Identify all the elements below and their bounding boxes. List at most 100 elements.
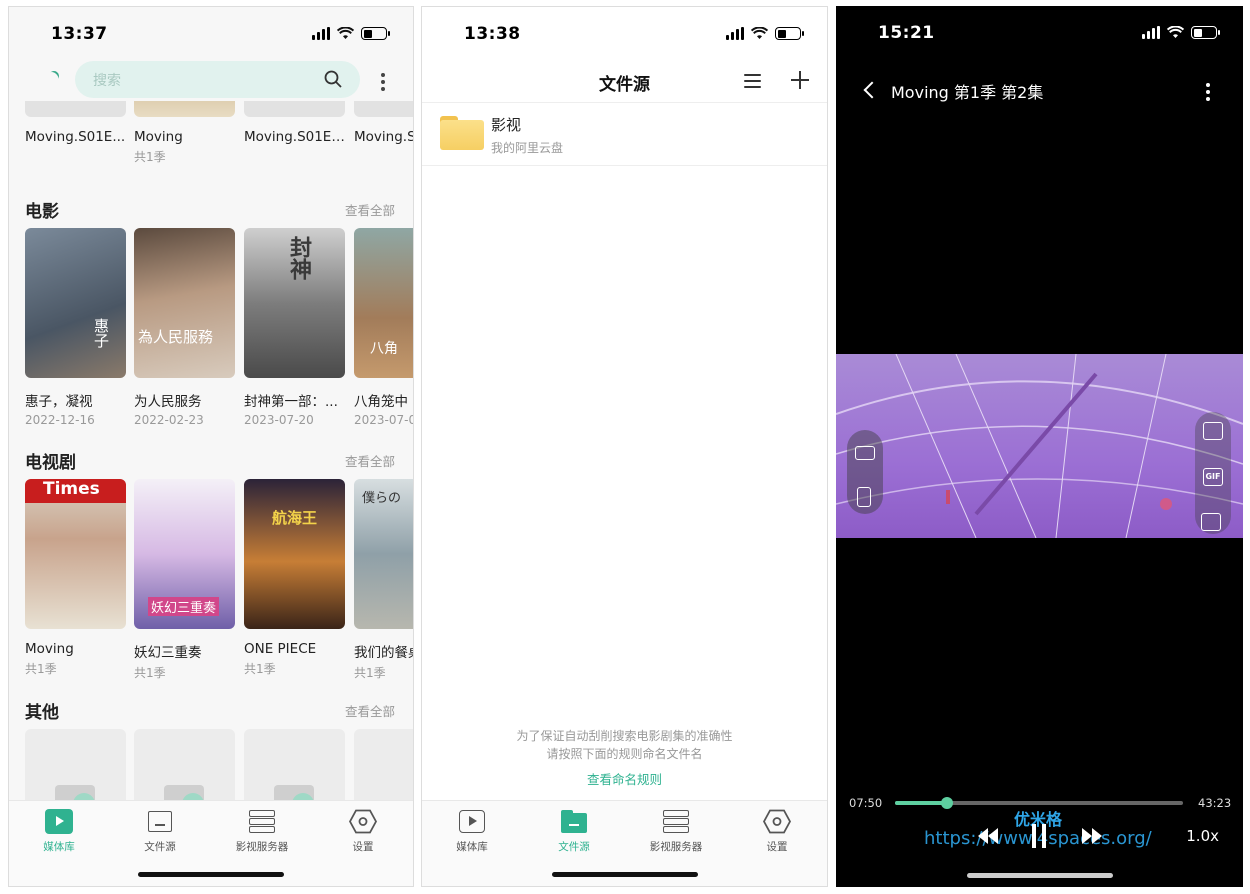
poster-image: 封神 (244, 228, 345, 378)
list-view-icon[interactable] (744, 74, 761, 92)
unlock-screen-icon[interactable] (855, 446, 875, 460)
other-card[interactable] (25, 729, 127, 800)
pause-icon[interactable] (1032, 824, 1046, 848)
bottom-tab-bar: 媒体库 文件源 影视服务器 设置 (9, 800, 413, 886)
movie-date: 2023-07-0 (354, 413, 413, 427)
rotate-screen-icon[interactable] (857, 487, 871, 507)
movie-card[interactable]: 八角 八角笼中 2023-07-0 (354, 228, 413, 427)
tab-media-library[interactable]: 媒体库 (14, 809, 104, 854)
section-title-others: 其他 (25, 703, 59, 723)
tab-file-source[interactable]: 文件源 (529, 809, 619, 854)
section-title-movies: 电影 (25, 202, 59, 222)
record-video-icon[interactable] (1201, 513, 1221, 531)
hexagon-settings-icon (762, 809, 792, 834)
video-placeholder-icon (244, 729, 345, 800)
movie-title: 封神第一部：... (244, 394, 338, 410)
progress-slider[interactable] (895, 797, 1183, 809)
movie-title: 惠子，凝视 (25, 394, 93, 410)
poster-image (134, 101, 235, 117)
movie-date: 2022-02-23 (134, 413, 204, 427)
status-time: 13:37 (51, 24, 108, 44)
media-card[interactable]: Moving.S01E1... (244, 101, 348, 145)
poster-image: 僕らの (354, 479, 413, 629)
signal-icon (726, 27, 744, 40)
tv-title: 妖幻三重奏 (134, 645, 202, 661)
status-bar: 13:37 (9, 7, 413, 62)
movie-card[interactable]: 為人民服務 为人民服务 2022-02-23 (134, 228, 236, 427)
tab-settings[interactable]: 设置 (318, 809, 408, 854)
tv-seasons: 共1季 (244, 662, 276, 676)
home-indicator[interactable] (966, 873, 1113, 878)
movie-card[interactable]: 惠子 惠子，凝视 2022-12-16 (25, 228, 127, 427)
tv-title: 我们的餐桌 (354, 645, 413, 661)
current-time: 07:50 (849, 796, 883, 810)
page-title: 文件源 (599, 75, 650, 95)
other-card[interactable] (354, 729, 413, 800)
movie-card[interactable]: 封神 封神第一部：... 2023-07-20 (244, 228, 346, 427)
screenshot-icon[interactable] (1203, 422, 1223, 440)
battery-icon (1191, 26, 1220, 39)
media-library-screen: 13:37 搜索 Moving.S01E... Moving 共1季 Movin… (8, 6, 414, 887)
media-card[interactable]: Moving 共1季 (134, 101, 236, 165)
poster-image: 航海王 (244, 479, 345, 629)
media-card[interactable]: Moving.S01E... (25, 101, 127, 145)
media-title: Moving.S01E1... (244, 129, 348, 145)
search-placeholder: 搜索 (93, 73, 121, 89)
more-menu-icon[interactable] (381, 73, 385, 94)
play-square-icon (45, 809, 73, 834)
gif-icon[interactable]: GIF (1203, 468, 1223, 486)
search-input[interactable]: 搜索 (75, 61, 360, 98)
loading-spinner-icon (46, 68, 62, 84)
tv-card[interactable]: 妖幻三重奏 妖幻三重奏 共1季 (134, 479, 236, 681)
home-indicator[interactable] (551, 872, 698, 877)
home-indicator[interactable] (138, 872, 284, 877)
search-icon[interactable] (324, 70, 342, 88)
tab-media-server[interactable]: 影视服务器 (217, 809, 307, 854)
poster-placeholder (25, 101, 126, 117)
rewind-icon[interactable] (976, 826, 1000, 846)
nav-header: 文件源 (422, 61, 827, 103)
video-placeholder-icon (354, 729, 413, 800)
tv-title: Moving (25, 641, 74, 657)
tab-settings[interactable]: 设置 (732, 809, 822, 854)
folder-icon (440, 116, 484, 150)
tab-media-server[interactable]: 影视服务器 (631, 809, 721, 854)
tv-card[interactable]: 僕らの 我们的餐桌 共1季 (354, 479, 413, 681)
status-bar: 15:21 (836, 6, 1243, 61)
media-card[interactable]: Moving.S (354, 101, 413, 145)
poster-image: 八角 (354, 228, 413, 378)
signal-icon (1142, 26, 1160, 39)
tv-seasons: 共1季 (354, 666, 386, 680)
tab-media-library[interactable]: 媒体库 (427, 809, 517, 854)
bottom-tab-bar: 媒体库 文件源 影视服务器 设置 (422, 800, 827, 886)
see-all-tv-link[interactable]: 查看全部 (345, 451, 395, 470)
wifi-icon (1167, 26, 1184, 38)
file-source-item[interactable]: 影视 我的阿里云盘 (422, 104, 827, 166)
tv-card[interactable]: Times Moving 共1季 (25, 479, 127, 677)
more-menu-icon[interactable] (1206, 83, 1210, 104)
add-source-icon[interactable] (791, 71, 809, 89)
see-all-others-link[interactable]: 查看全部 (345, 701, 395, 720)
view-naming-rules-link[interactable]: 查看命名规则 (422, 769, 827, 788)
status-time: 13:38 (464, 24, 521, 44)
file-source-screen: 13:38 文件源 影视 我的阿里云盘 为了保证自动刮削搜索电影剧集的准确性 请… (421, 6, 828, 887)
progress-handle[interactable] (940, 797, 953, 809)
media-library-content[interactable]: Moving.S01E... Moving 共1季 Moving.S01E1..… (9, 101, 413, 800)
total-time: 43:23 (1198, 796, 1232, 810)
other-card[interactable] (244, 729, 346, 800)
playback-speed-button[interactable]: 1.0x (1186, 827, 1219, 845)
hexagon-settings-icon (348, 809, 378, 834)
video-title: Moving 第1季 第2集 (891, 83, 1044, 102)
back-icon[interactable] (863, 81, 881, 99)
fast-forward-icon[interactable] (1080, 826, 1104, 846)
signal-icon (312, 27, 330, 40)
video-frame[interactable]: GIF (836, 354, 1243, 538)
poster-image: 妖幻三重奏 (134, 479, 235, 629)
server-icon (662, 809, 690, 834)
see-all-movies-link[interactable]: 查看全部 (345, 200, 395, 219)
tv-card[interactable]: 航海王 ONE PIECE 共1季 (244, 479, 346, 677)
other-card[interactable] (134, 729, 236, 800)
tab-file-source[interactable]: 文件源 (115, 809, 205, 854)
section-title-tv: 电视剧 (25, 453, 76, 473)
screen-root: 13:37 搜索 Moving.S01E... Moving 共1季 Movin… (0, 0, 1250, 894)
